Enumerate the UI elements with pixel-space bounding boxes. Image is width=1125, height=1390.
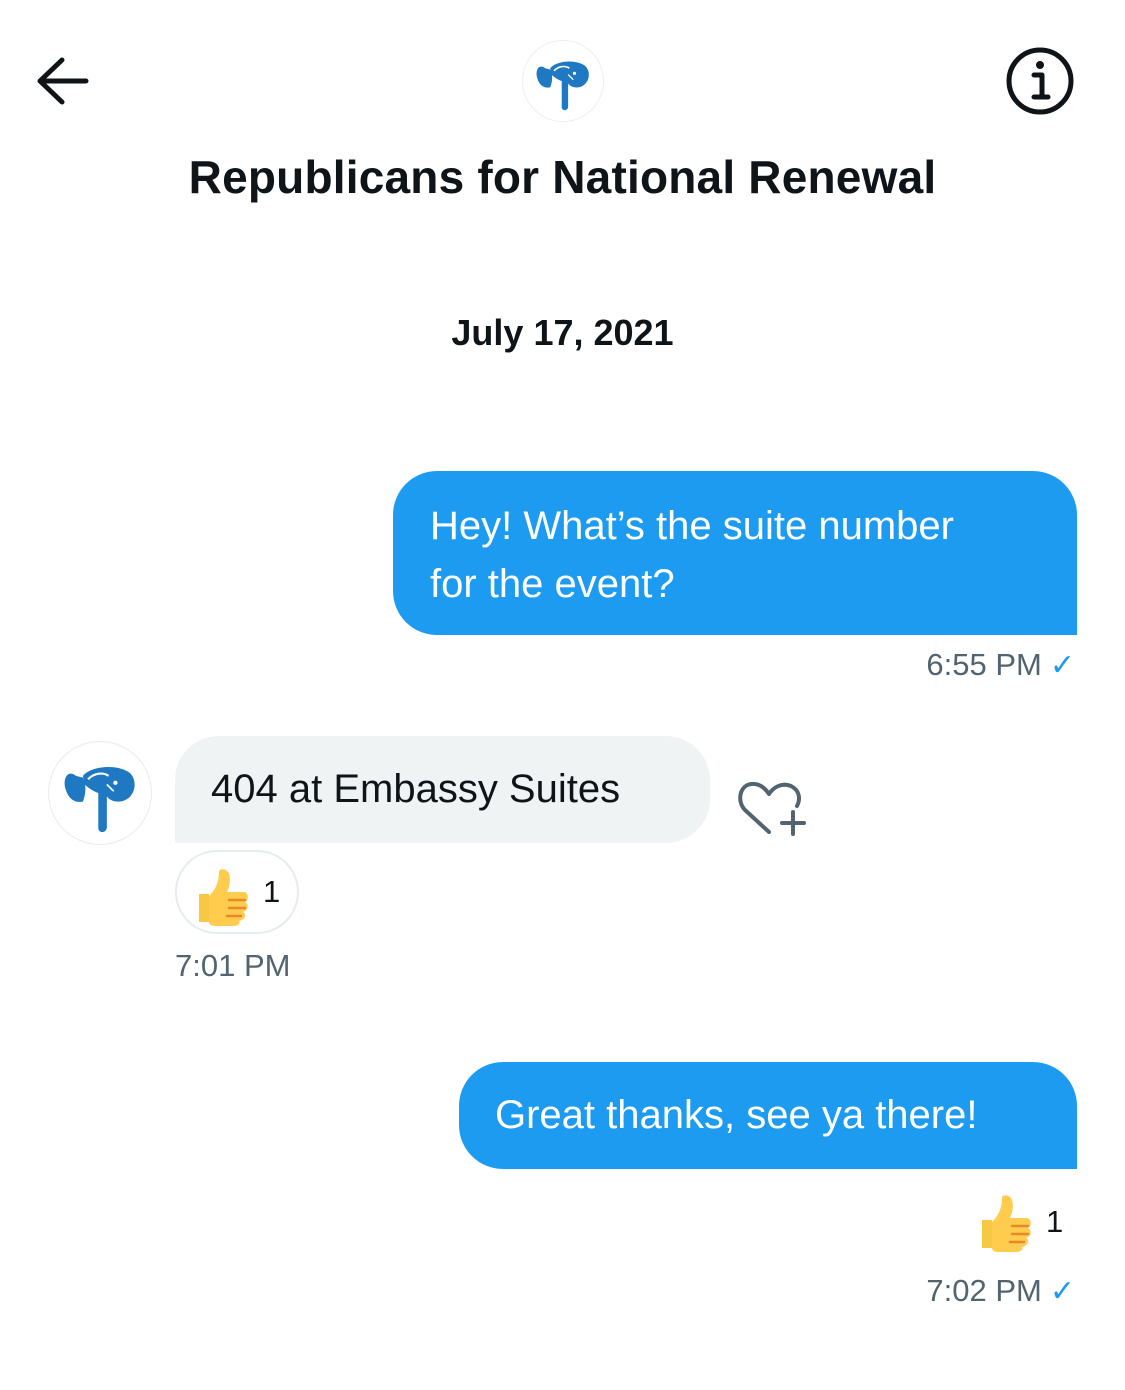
info-button[interactable] [1004, 45, 1076, 117]
message-timestamp: 7:01 PM [175, 948, 291, 983]
message-text-line: Hey! What’s the suite number [430, 504, 954, 548]
message-text: 404 at Embassy Suites [211, 767, 621, 811]
back-button[interactable] [28, 46, 98, 116]
sender-avatar[interactable] [48, 741, 152, 845]
conversation-title: Republicans for National Renewal [188, 151, 937, 203]
heart-plus-icon [738, 781, 806, 836]
reaction-count: 1 [1046, 1204, 1064, 1239]
message-timestamp: 7:02 PM ✓ [926, 1273, 1075, 1309]
elephant-logo-icon [535, 60, 590, 112]
thumbs-up-icon [982, 1195, 1031, 1252]
outgoing-message-bubble[interactable]: Great thanks, see ya there! [459, 1062, 1077, 1169]
timestamp-text: 7:02 PM [926, 1273, 1042, 1308]
message-text: Great thanks, see ya there! [495, 1093, 978, 1137]
check-icon: ✓ [1049, 649, 1075, 682]
timestamp-text: 6:55 PM [926, 647, 1042, 682]
arrow-left-icon [37, 57, 89, 105]
elephant-logo-icon [63, 765, 136, 834]
info-icon [1006, 47, 1074, 115]
check-icon: ✓ [1049, 1275, 1075, 1308]
conversation-avatar[interactable] [522, 40, 604, 122]
thumbs-up-icon [199, 869, 248, 926]
message-timestamp: 6:55 PM ✓ [926, 647, 1075, 683]
reaction-count: 1 [263, 874, 281, 909]
incoming-message-bubble[interactable]: 404 at Embassy Suites [175, 736, 710, 843]
date-separator: July 17, 2021 [451, 312, 674, 353]
reaction-pill[interactable]: 1 [175, 850, 299, 934]
reaction-display[interactable]: 1 [976, 1188, 1076, 1258]
add-reaction-button[interactable] [735, 772, 811, 840]
outgoing-message-bubble[interactable]: Hey! What’s the suite number for the eve… [393, 471, 1077, 635]
message-text-line: for the event? [430, 562, 675, 606]
